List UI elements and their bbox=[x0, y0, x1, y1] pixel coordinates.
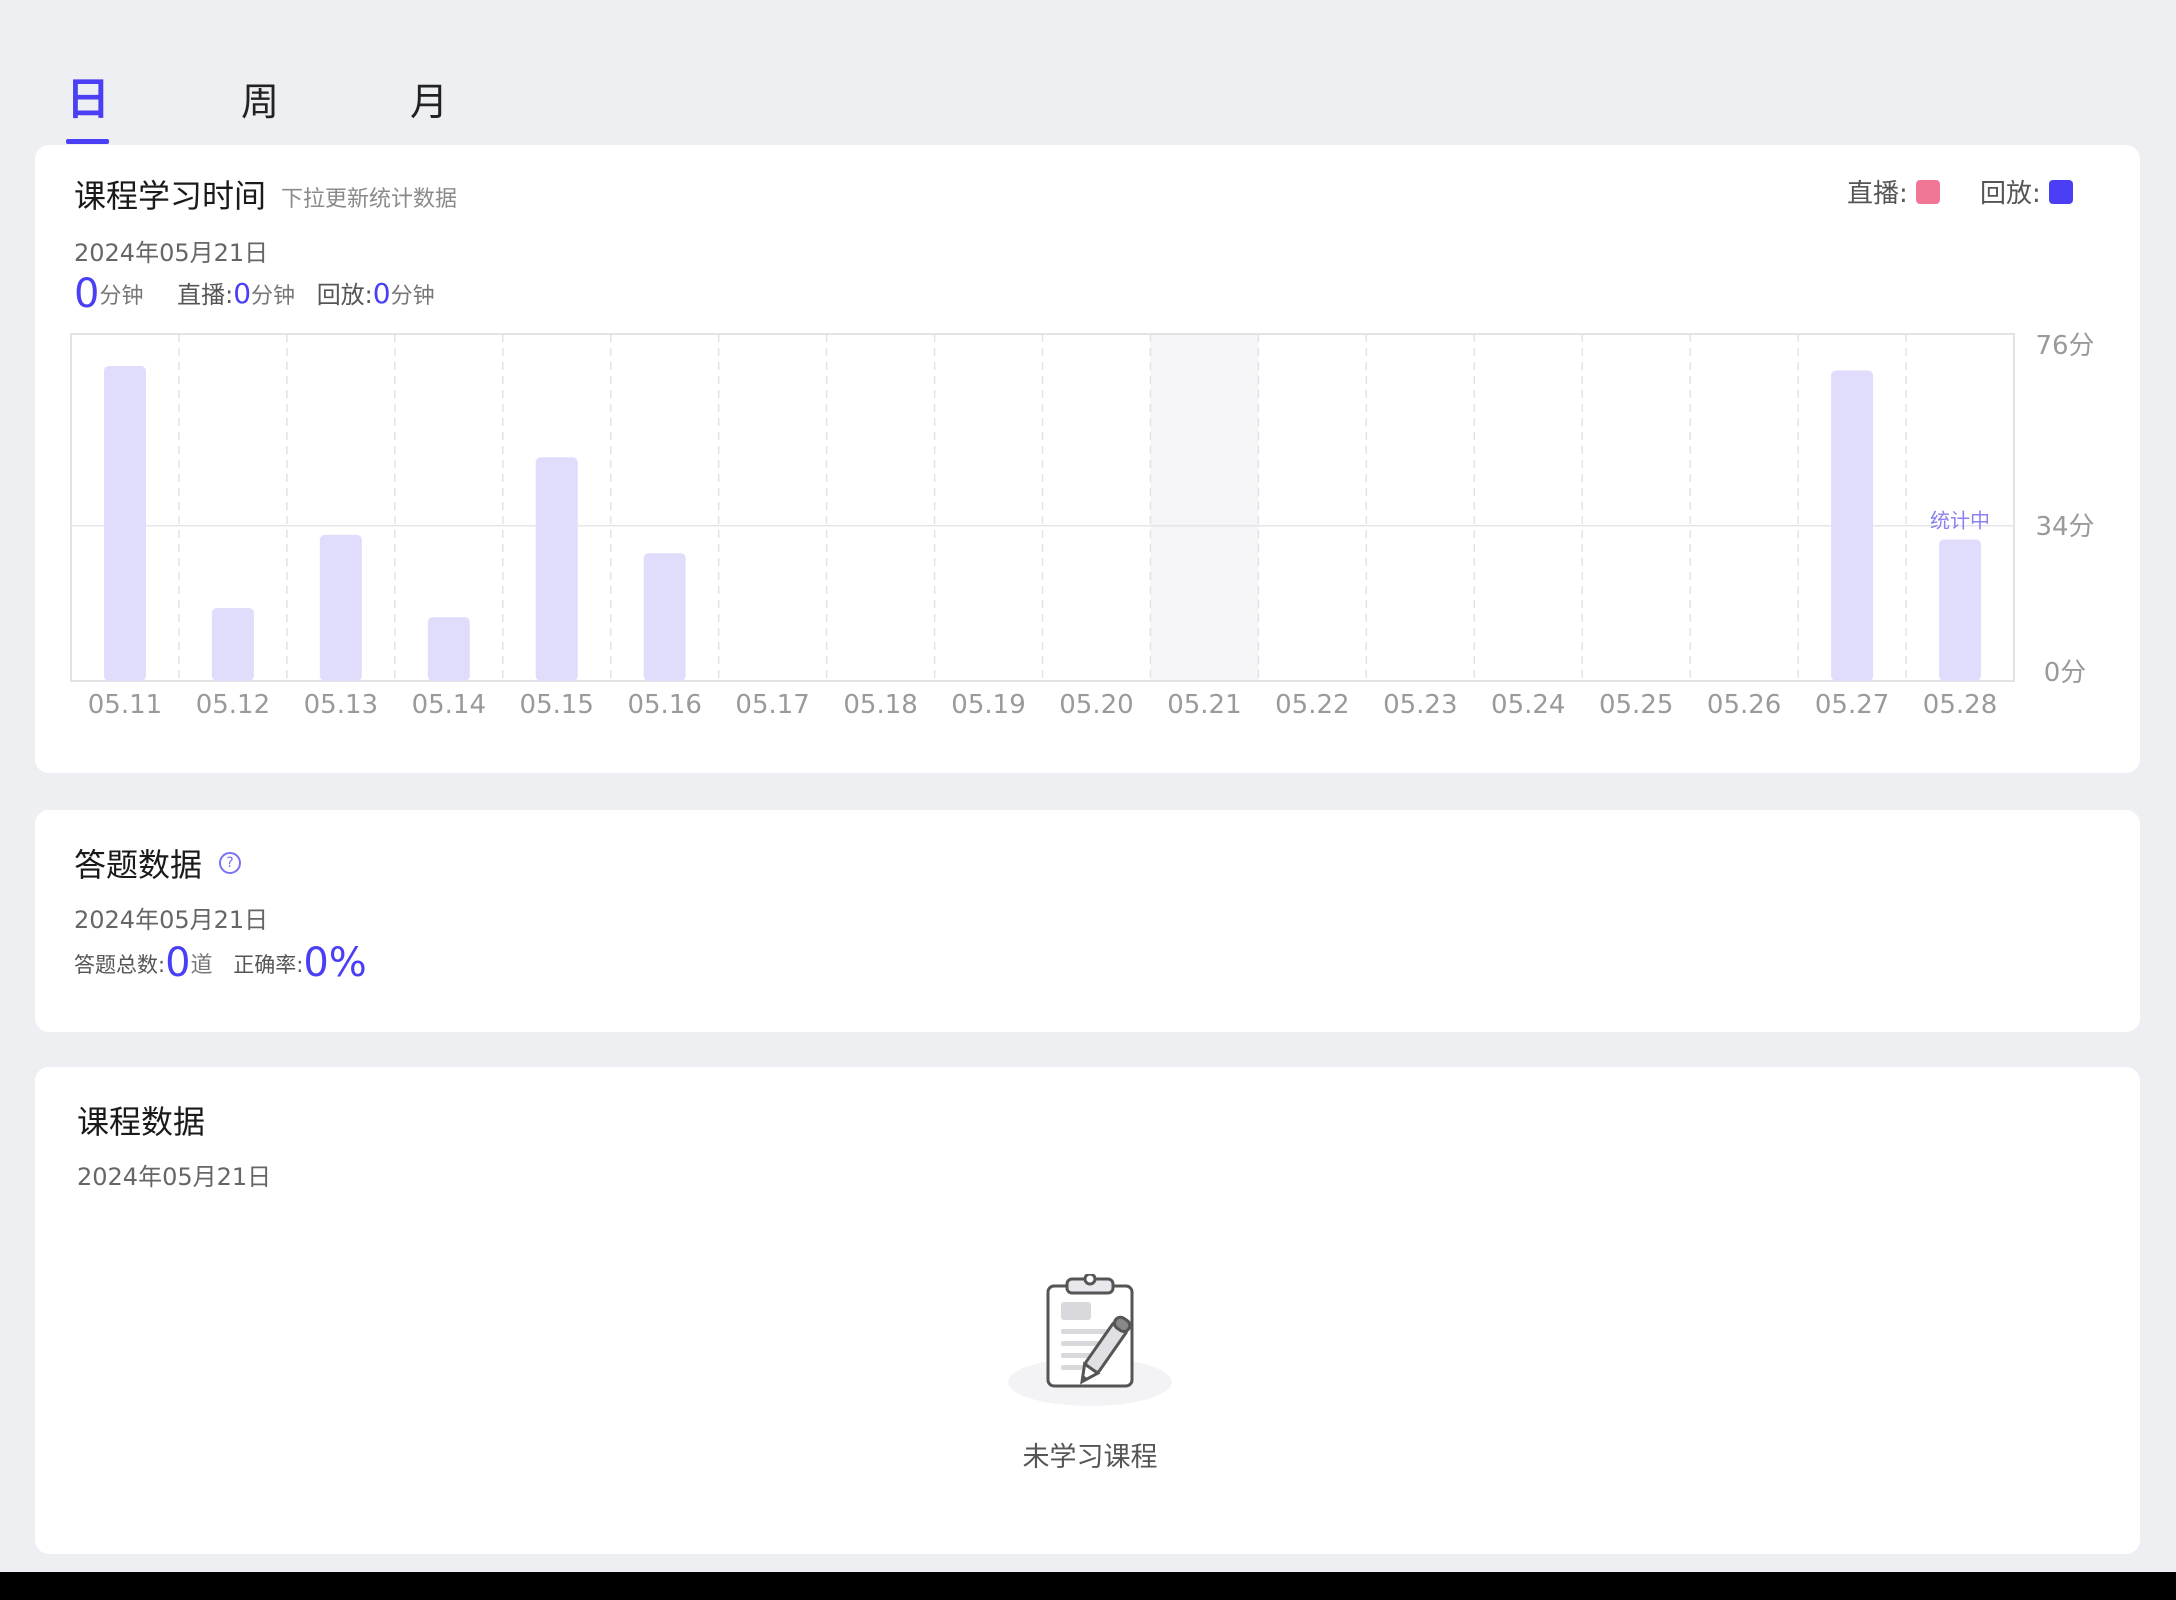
period-tabs: 日 周 月 bbox=[0, 0, 2176, 145]
courses-card: 课程数据 2024年05月21日 未学习课程 bbox=[35, 1067, 2140, 1554]
x-tick-label-05.15: 05.15 bbox=[520, 690, 594, 720]
bar-05.28 bbox=[1939, 539, 1982, 681]
x-tick-label-05.13: 05.13 bbox=[304, 690, 378, 720]
x-tick-label-05.12: 05.12 bbox=[196, 690, 270, 720]
x-tick-label-05.18: 05.18 bbox=[843, 690, 917, 720]
x-tick-label-05.21: 05.21 bbox=[1167, 690, 1241, 720]
answers-stats: 答题总数:0道 正确率:0% bbox=[74, 940, 367, 986]
answers-total-label: 答题总数: bbox=[74, 953, 166, 977]
bar-05.12 bbox=[211, 607, 254, 681]
accuracy-value: 0% bbox=[303, 940, 367, 986]
tab-month[interactable]: 月 bbox=[410, 76, 448, 128]
bar-05.16 bbox=[643, 553, 686, 681]
clipboard-pencil-icon bbox=[1008, 1274, 1172, 1406]
bar-05.11 bbox=[103, 365, 146, 681]
x-tick-label-05.16: 05.16 bbox=[627, 690, 701, 720]
tab-week[interactable]: 周 bbox=[241, 76, 279, 128]
x-tick-label-05.14: 05.14 bbox=[412, 690, 486, 720]
x-tick-label-05.24: 05.24 bbox=[1491, 690, 1565, 720]
answers-total-value: 0 bbox=[165, 940, 191, 986]
x-tick-label-05.26: 05.26 bbox=[1707, 690, 1781, 720]
accuracy-label: 正确率: bbox=[233, 953, 304, 977]
x-tick-label-05.20: 05.20 bbox=[1059, 690, 1133, 720]
study-time-chart[interactable]: 05.11 05.12 05.13 05.14 05.15 05.16 05.17 05.18… bbox=[35, 145, 2140, 773]
empty-state-text: 未学习课程 bbox=[1022, 1442, 1158, 1473]
annotation-label: 统计中 bbox=[1930, 508, 1990, 532]
x-tick-label-05.25: 05.25 bbox=[1599, 690, 1673, 720]
y-tick-label: 76分 bbox=[2035, 331, 2094, 361]
x-tick-label-05.23: 05.23 bbox=[1383, 690, 1457, 720]
x-tick-label-05.28: 05.28 bbox=[1923, 690, 1997, 720]
bar-05.27 bbox=[1831, 370, 1874, 681]
answers-total-unit: 道 bbox=[190, 953, 213, 978]
courses-title: 课程数据 bbox=[77, 1103, 206, 1141]
question-circle-icon[interactable]: ? bbox=[219, 852, 241, 874]
bar-05.15 bbox=[535, 457, 578, 681]
x-tick-label-05.11: 05.11 bbox=[88, 690, 162, 720]
study-time-card: 课程学习时间 下拉更新统计数据 直播: 回放: 2024年05月21日 0分钟 … bbox=[35, 145, 2140, 773]
x-tick-label-05.27: 05.27 bbox=[1815, 690, 1889, 720]
bar-05.14 bbox=[427, 617, 470, 681]
highlight-column bbox=[1150, 334, 1259, 681]
bar-05.13 bbox=[319, 534, 362, 681]
y-tick-label: 34分 bbox=[2035, 512, 2094, 542]
x-tick-label-05.19: 05.19 bbox=[951, 690, 1025, 720]
active-tab-indicator bbox=[66, 139, 109, 144]
courses-date: 2024年05月21日 bbox=[77, 1163, 272, 1191]
answers-date: 2024年05月21日 bbox=[74, 906, 269, 934]
answers-card: 答题数据 ? 2024年05月21日 答题总数:0道 正确率:0% bbox=[35, 810, 2140, 1032]
answers-title: 答题数据 bbox=[74, 846, 203, 884]
bottom-bar bbox=[0, 1572, 2176, 1600]
x-tick-label-05.17: 05.17 bbox=[735, 690, 809, 720]
x-tick-label-05.22: 05.22 bbox=[1275, 690, 1349, 720]
tab-day[interactable]: 日 bbox=[66, 74, 110, 126]
y-tick-label: 0分 bbox=[2044, 658, 2087, 688]
